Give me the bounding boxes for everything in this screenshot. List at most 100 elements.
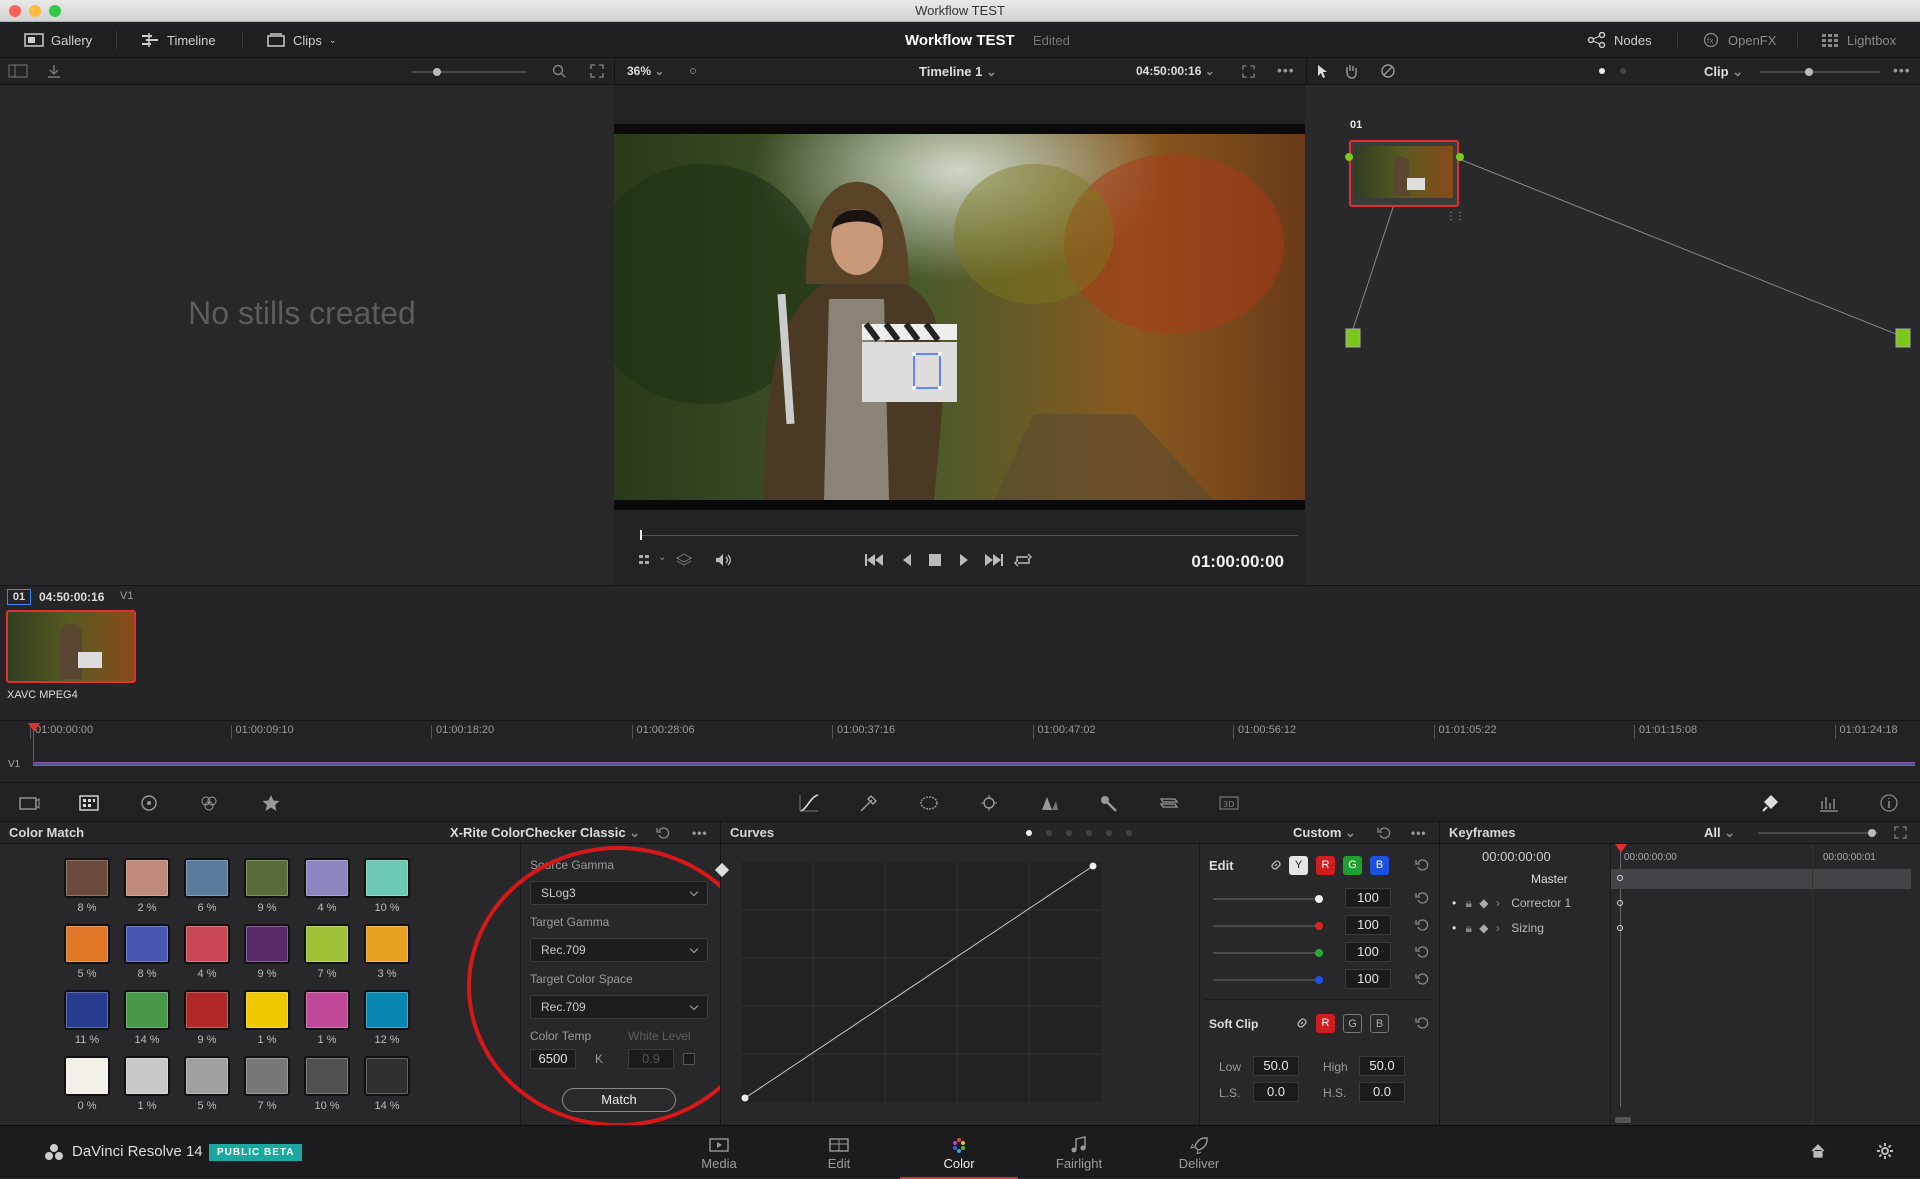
playhead[interactable] — [640, 530, 642, 540]
color-swatch[interactable] — [124, 858, 170, 898]
skip-to-start-icon[interactable] — [864, 553, 884, 567]
timeline-button[interactable]: Timeline — [140, 22, 216, 58]
keyframe-filter-dropdown[interactable]: All ⌄ — [1704, 822, 1735, 844]
fairlight-page-button[interactable]: Fairlight — [1020, 1126, 1138, 1179]
search-icon[interactable] — [552, 64, 566, 78]
channel-b-button[interactable]: B — [1370, 856, 1389, 875]
curve-white-point[interactable] — [1089, 862, 1097, 870]
curves-icon[interactable] — [798, 793, 820, 813]
reset-icon[interactable] — [1415, 1016, 1429, 1030]
color-swatch[interactable] — [244, 990, 290, 1030]
timeline-playhead[interactable] — [28, 723, 40, 732]
node-input-dot[interactable] — [1345, 153, 1353, 161]
viewer-more-icon[interactable]: ••• — [1277, 62, 1295, 78]
channel-y-button[interactable]: Y — [1289, 856, 1308, 875]
node-zoom-slider[interactable] — [1760, 68, 1880, 76]
color-swatch[interactable] — [304, 1056, 350, 1096]
viewer-image[interactable] — [614, 124, 1305, 500]
stop-icon[interactable] — [928, 553, 942, 567]
chevron-right-icon[interactable]: › — [1496, 896, 1500, 910]
info-icon[interactable] — [1878, 793, 1900, 813]
clip-thumbnail[interactable] — [6, 610, 136, 683]
tracker-icon[interactable] — [978, 793, 1000, 813]
color-swatch[interactable] — [124, 1056, 170, 1096]
lock-icon[interactable]: 🔒︎ — [1466, 896, 1472, 910]
color-swatch[interactable] — [244, 858, 290, 898]
viewer-mode-icon[interactable] — [638, 553, 656, 567]
color-match-icon[interactable] — [78, 793, 100, 813]
enable-dot-icon[interactable]: • — [1452, 896, 1456, 910]
zoom-window-button[interactable] — [49, 5, 61, 17]
color-swatch[interactable] — [244, 924, 290, 964]
color-swatch[interactable] — [124, 990, 170, 1030]
clips-button[interactable]: Clips ⌄ — [266, 22, 336, 58]
window-icon[interactable] — [918, 793, 940, 813]
r-intensity-field[interactable]: 100 — [1345, 915, 1391, 935]
link-icon[interactable] — [1295, 1016, 1309, 1030]
b-intensity-field[interactable]: 100 — [1345, 969, 1391, 989]
soft-clip-g-button[interactable]: G — [1343, 1014, 1362, 1033]
r-intensity-slider[interactable] — [1213, 922, 1323, 930]
curve-mode-dropdown[interactable]: Custom ⌄ — [1293, 822, 1356, 844]
color-swatch[interactable] — [244, 1056, 290, 1096]
openfx-button[interactable]: fx OpenFX — [1701, 22, 1776, 58]
qualifier-icon[interactable] — [858, 793, 880, 813]
reset-icon[interactable] — [656, 826, 670, 840]
3d-icon[interactable]: 3D — [1218, 793, 1240, 813]
sizing-icon[interactable] — [1158, 793, 1180, 813]
y-intensity-slider[interactable] — [1213, 895, 1323, 903]
chart-type-dropdown[interactable]: X-Rite ColorChecker Classic ⌄ — [450, 822, 640, 844]
keyframe-marker[interactable] — [1617, 925, 1623, 931]
color-swatch[interactable] — [364, 924, 410, 964]
curve-graph[interactable] — [741, 862, 1101, 1102]
reset-icon[interactable] — [1415, 918, 1429, 932]
motion-effects-icon[interactable] — [260, 793, 282, 813]
scopes-icon[interactable] — [1818, 793, 1840, 813]
color-swatch[interactable] — [304, 990, 350, 1030]
edit-page-button[interactable]: Edit — [780, 1126, 898, 1179]
chevron-right-icon[interactable]: › — [1496, 921, 1500, 935]
low-field[interactable]: 50.0 — [1253, 1056, 1299, 1076]
color-swatch[interactable] — [364, 1056, 410, 1096]
channel-g-button[interactable]: G — [1343, 856, 1362, 875]
sidebar-toggle-icon[interactable] — [8, 64, 28, 78]
keyframe-marker[interactable] — [1617, 900, 1623, 906]
mini-timeline[interactable]: 01:00:00:00 01:00:09:10 01:00:18:20 01:00:2… — [0, 720, 1920, 782]
reset-icon[interactable] — [1415, 858, 1429, 872]
home-icon[interactable] — [1810, 1143, 1826, 1159]
diamond-icon[interactable]: ◆ — [1479, 921, 1488, 935]
play-icon[interactable] — [957, 553, 971, 567]
curve-page-dot[interactable] — [1026, 830, 1032, 836]
color-swatch[interactable] — [184, 990, 230, 1030]
gear-icon[interactable] — [1876, 1142, 1894, 1160]
timeline-clip-bar[interactable] — [33, 762, 1915, 766]
deliver-page-button[interactable]: Deliver — [1140, 1126, 1258, 1179]
lock-icon[interactable]: 🔒︎ — [1466, 921, 1472, 935]
color-match-more-icon[interactable]: ••• — [692, 822, 708, 844]
pointer-icon[interactable] — [1316, 64, 1328, 79]
corrector-row[interactable]: • 🔒︎ ◆ › Corrector 1 — [1452, 896, 1571, 911]
reverse-play-icon[interactable] — [900, 553, 914, 567]
close-window-button[interactable] — [9, 5, 21, 17]
rgb-mixer-icon[interactable] — [198, 793, 220, 813]
soft-clip-b-button[interactable]: B — [1370, 1014, 1389, 1033]
sizing-row[interactable]: • 🔒︎ ◆ › Sizing — [1452, 921, 1544, 936]
color-swatch[interactable] — [364, 990, 410, 1030]
corrector-node[interactable] — [1349, 140, 1459, 207]
node-page-dot[interactable] — [1620, 68, 1626, 74]
high-field[interactable]: 50.0 — [1359, 1056, 1405, 1076]
gallery-button[interactable]: Gallery — [24, 22, 92, 58]
keyframe-marker[interactable] — [1617, 875, 1623, 881]
color-page-button[interactable]: Color — [900, 1126, 1018, 1179]
curve-black-point[interactable] — [741, 1094, 749, 1102]
color-swatch[interactable] — [124, 924, 170, 964]
color-swatch[interactable] — [184, 924, 230, 964]
node-handle-icon[interactable]: ⋮⋮ — [1446, 211, 1465, 222]
expand-icon[interactable] — [1894, 826, 1907, 839]
color-swatch[interactable] — [64, 1056, 110, 1096]
viewer-option-dot[interactable] — [690, 68, 696, 74]
skip-to-end-icon[interactable] — [984, 553, 1004, 567]
layers-icon[interactable] — [676, 552, 692, 568]
channel-r-button[interactable]: R — [1316, 856, 1335, 875]
keyframe-scrollbar[interactable] — [1615, 1117, 1631, 1123]
